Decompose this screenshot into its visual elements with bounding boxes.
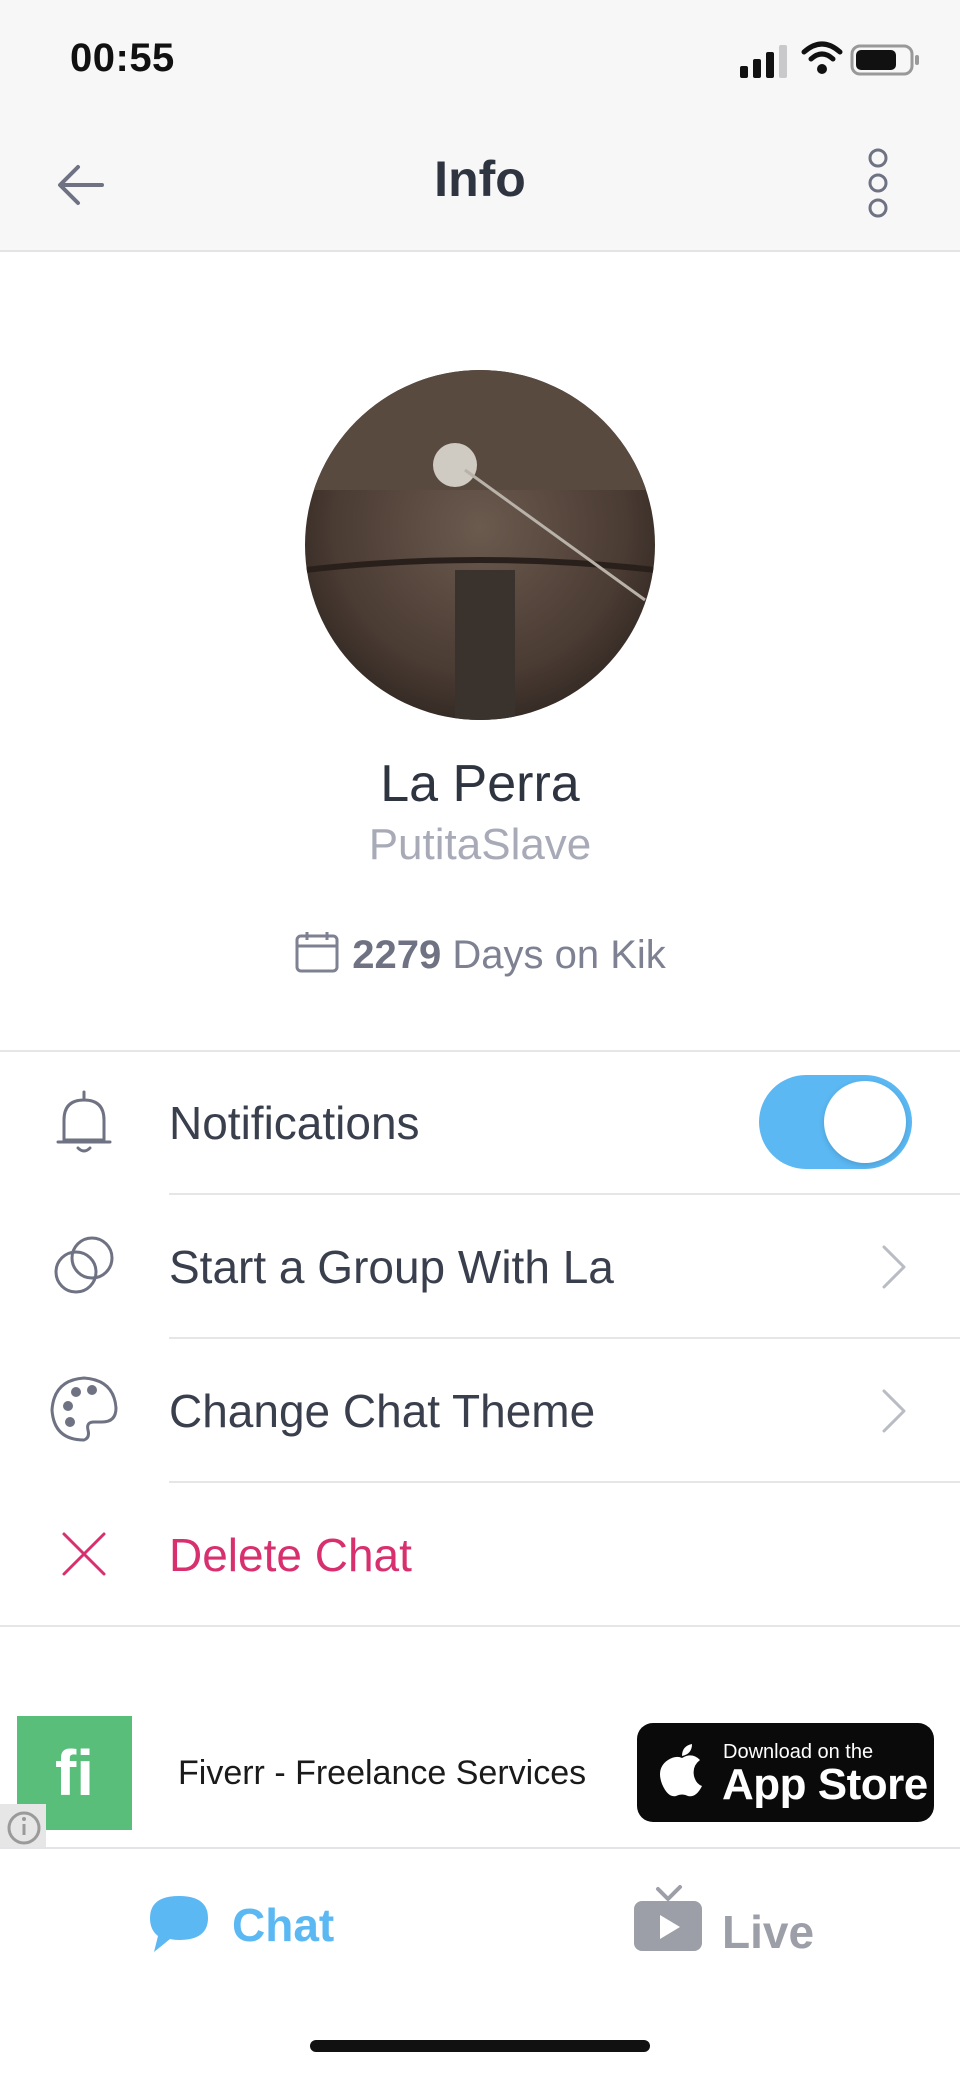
apple-logo-icon	[660, 1744, 702, 1797]
toggle-knob	[824, 1081, 906, 1163]
avatar[interactable]	[305, 370, 655, 720]
tab-chat-label: Chat	[232, 1899, 335, 1951]
home-indicator[interactable]	[310, 2040, 650, 2052]
live-tv-icon	[634, 1885, 702, 1951]
wifi-icon	[801, 41, 843, 74]
bell-icon	[56, 1090, 112, 1153]
ad-info-icon[interactable]	[0, 1804, 46, 1848]
notifications-label: Notifications	[169, 1097, 420, 1149]
status-time: 00:55	[70, 36, 175, 80]
chat-bubble-icon	[150, 1896, 208, 1952]
more-options-icon[interactable]	[858, 148, 898, 218]
days-on-kik: 2279 Days on Kik	[0, 930, 960, 978]
divider	[0, 1625, 960, 1627]
app-store-big-text: App Store	[722, 1760, 928, 1809]
page-title: Info	[434, 151, 526, 207]
battery-icon	[850, 44, 919, 76]
chevron-right-icon	[882, 1245, 906, 1289]
start-group-label: Start a Group With La	[169, 1241, 614, 1293]
notifications-toggle[interactable]	[759, 1075, 912, 1169]
delete-chat-row[interactable]	[0, 1483, 960, 1625]
back-arrow-icon[interactable]	[52, 155, 116, 215]
days-label: Days on Kik	[452, 933, 666, 977]
change-theme-label: Change Chat Theme	[169, 1385, 596, 1437]
palette-icon	[50, 1376, 118, 1442]
days-count: 2279	[352, 933, 442, 977]
group-circles-icon	[54, 1236, 114, 1294]
cell-signal-icon	[740, 45, 787, 78]
ad-text: Fiverr - Freelance Services	[178, 1754, 587, 1792]
chevron-right-icon	[882, 1389, 906, 1433]
display-name: La Perra	[380, 755, 580, 813]
delete-chat-label: Delete Chat	[169, 1529, 412, 1581]
calendar-icon	[295, 932, 339, 973]
username: PutitaSlave	[368, 820, 592, 869]
close-x-icon	[62, 1532, 106, 1576]
tab-live-label: Live	[722, 1906, 815, 1958]
